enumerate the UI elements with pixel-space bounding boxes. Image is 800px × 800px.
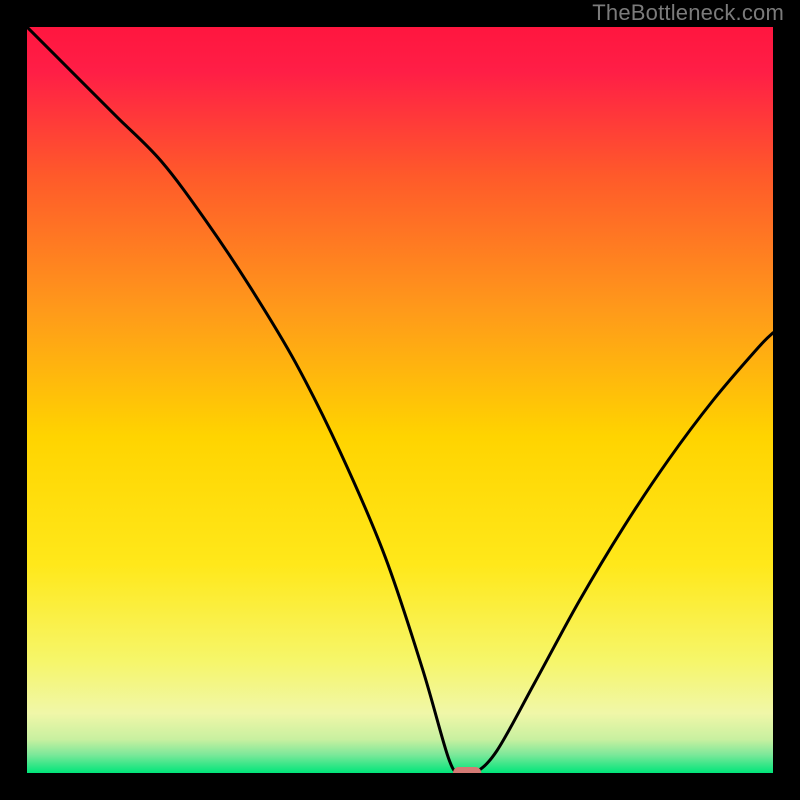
chart-svg bbox=[27, 27, 773, 773]
chart-frame: TheBottleneck.com bbox=[0, 0, 800, 800]
plot-area bbox=[27, 27, 773, 773]
watermark-text: TheBottleneck.com bbox=[592, 0, 784, 26]
optimal-point-marker bbox=[453, 767, 481, 773]
